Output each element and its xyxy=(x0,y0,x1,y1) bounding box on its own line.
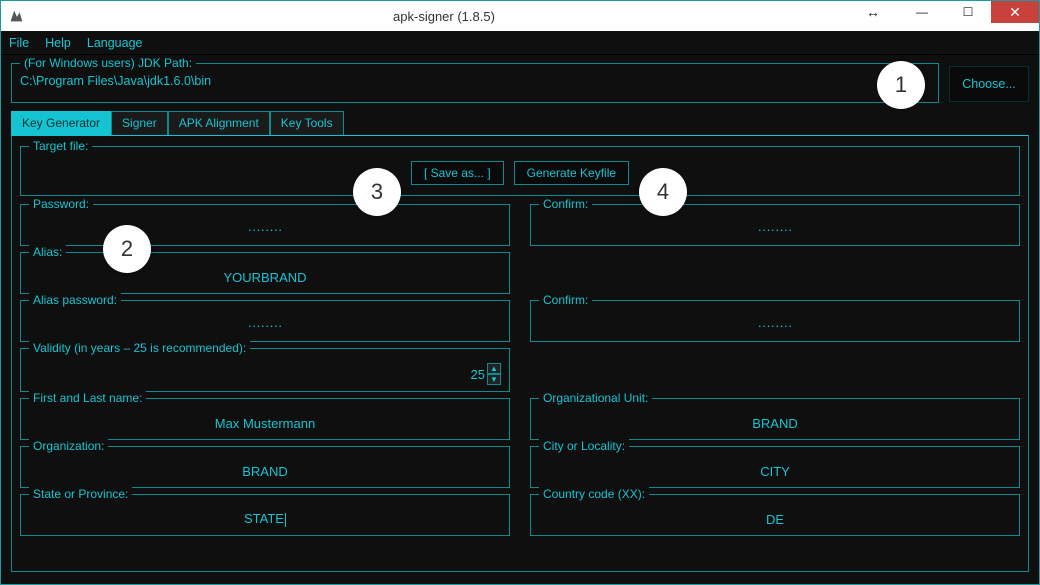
country-label: Country code (XX): xyxy=(539,487,649,501)
confirm-alias-label: Confirm: xyxy=(539,293,592,307)
text-caret-icon xyxy=(285,513,286,527)
organization-label: Organization: xyxy=(29,439,108,453)
name-value: Max Mustermann xyxy=(29,416,501,431)
app-window: apk-signer (1.8.5) ↔ — ☐ ✕ File Help Lan… xyxy=(0,0,1040,585)
menu-help[interactable]: Help xyxy=(45,36,71,50)
org-unit-value: BRAND xyxy=(539,416,1011,431)
password-field[interactable]: Password: ········ xyxy=(20,204,510,246)
alias-value: YOURBRAND xyxy=(29,270,501,285)
alias-password-value: ········ xyxy=(29,318,501,333)
jdk-path-fieldset: (For Windows users) JDK Path: C:\Program… xyxy=(11,63,939,103)
name-field[interactable]: First and Last name: Max Mustermann xyxy=(20,398,510,440)
annotation-4: 4 xyxy=(639,168,687,216)
minimize-button[interactable]: — xyxy=(899,1,945,23)
app-icon xyxy=(7,7,25,25)
validity-spinner: 25 ▲ ▼ xyxy=(29,363,501,385)
close-button[interactable]: ✕ xyxy=(991,1,1039,23)
state-label: State or Province: xyxy=(29,487,132,501)
annotation-1: 1 xyxy=(877,61,925,109)
confirm-password-field[interactable]: Confirm: ········ xyxy=(530,204,1020,246)
org-unit-label: Organizational Unit: xyxy=(539,391,652,405)
tab-signer[interactable]: Signer xyxy=(111,111,168,135)
confirm-alias-value: ········ xyxy=(539,318,1011,333)
tab-content: Target file: [ Save as... ] Generate Key… xyxy=(11,135,1029,572)
tab-apk-alignment[interactable]: APK Alignment xyxy=(168,111,270,135)
tabstrip: Key Generator Signer APK Alignment Key T… xyxy=(11,111,1029,135)
generate-keyfile-button[interactable]: Generate Keyfile xyxy=(514,161,629,185)
organization-field[interactable]: Organization: BRAND xyxy=(20,446,510,488)
maximize-button[interactable]: ☐ xyxy=(945,1,991,23)
alias-password-field[interactable]: Alias password: ········ xyxy=(20,300,510,342)
titlebar: apk-signer (1.8.5) ↔ — ☐ ✕ xyxy=(1,1,1039,31)
spinner-down-icon[interactable]: ▼ xyxy=(487,374,501,385)
target-file-fieldset: Target file: [ Save as... ] Generate Key… xyxy=(20,146,1020,196)
tab-key-tools[interactable]: Key Tools xyxy=(270,111,344,135)
tab-key-generator[interactable]: Key Generator xyxy=(11,111,111,135)
alias-password-label: Alias password: xyxy=(29,293,121,307)
alias-field[interactable]: Alias: YOURBRAND xyxy=(20,252,510,294)
city-label: City or Locality: xyxy=(539,439,629,453)
password-value: ········ xyxy=(29,222,501,237)
resize-icon[interactable]: ↔ xyxy=(855,1,891,23)
alias-label: Alias: xyxy=(29,245,66,259)
city-value: CITY xyxy=(539,464,1011,479)
city-field[interactable]: City or Locality: CITY xyxy=(530,446,1020,488)
org-unit-field[interactable]: Organizational Unit: BRAND xyxy=(530,398,1020,440)
confirm-password-label: Confirm: xyxy=(539,197,592,211)
jdk-path-value[interactable]: C:\Program Files\Java\jdk1.6.0\bin xyxy=(20,74,930,88)
menu-file[interactable]: File xyxy=(9,36,29,50)
annotation-2: 2 xyxy=(103,225,151,273)
window-controls: ↔ — ☐ ✕ xyxy=(855,1,1039,31)
save-as-button[interactable]: [ Save as... ] xyxy=(411,161,504,185)
target-file-legend: Target file: xyxy=(29,139,92,153)
menubar: File Help Language xyxy=(1,31,1039,55)
password-label: Password: xyxy=(29,197,93,211)
country-value: DE xyxy=(539,512,1011,527)
fields-grid: Password: ········ Confirm: ········ Ali… xyxy=(20,204,1020,536)
choose-button[interactable]: Choose... xyxy=(949,66,1029,102)
menu-language[interactable]: Language xyxy=(87,36,143,50)
window-title: apk-signer (1.8.5) xyxy=(33,9,855,24)
country-field[interactable]: Country code (XX): DE xyxy=(530,494,1020,536)
confirm-password-value: ········ xyxy=(539,222,1011,237)
organization-value: BRAND xyxy=(29,464,501,479)
spinner-up-icon[interactable]: ▲ xyxy=(487,363,501,374)
state-value: STATE xyxy=(29,511,501,527)
annotation-3: 3 xyxy=(353,168,401,216)
validity-label: Validity (in years – 25 is recommended): xyxy=(29,341,250,355)
jdk-legend: (For Windows users) JDK Path: xyxy=(20,56,196,70)
content: (For Windows users) JDK Path: C:\Program… xyxy=(1,55,1039,584)
validity-value: 25 xyxy=(471,367,485,382)
validity-field[interactable]: Validity (in years – 25 is recommended):… xyxy=(20,348,510,392)
state-field[interactable]: State or Province: STATE xyxy=(20,494,510,536)
confirm-alias-field[interactable]: Confirm: ········ xyxy=(530,300,1020,342)
name-label: First and Last name: xyxy=(29,391,146,405)
